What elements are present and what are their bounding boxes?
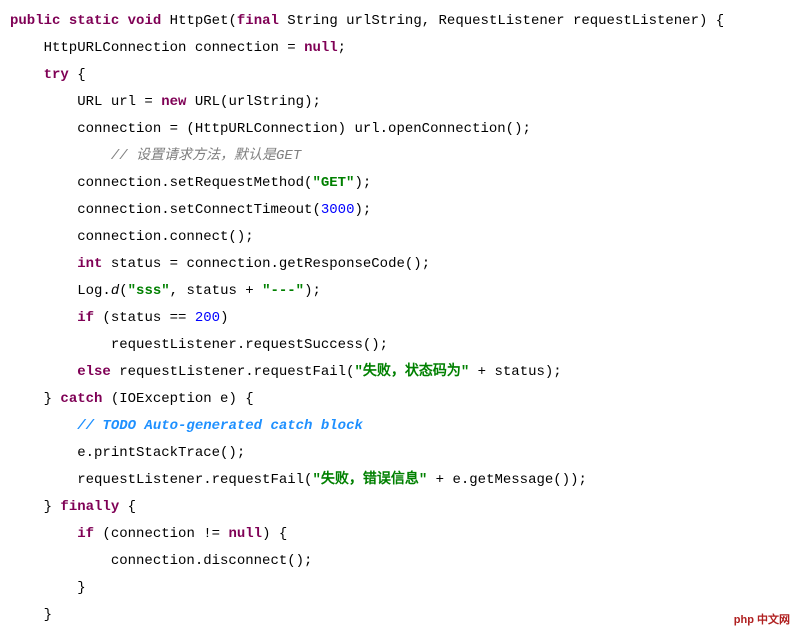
code-text: (IOException e) { (102, 391, 253, 407)
code-text: } (10, 391, 60, 407)
code-line: } (10, 607, 52, 623)
string-literal: "失败，错误信息" (312, 472, 427, 488)
code-text: ( (119, 283, 127, 299)
code-line: try { (10, 67, 86, 83)
code-line: int status = connection.getResponseCode(… (10, 256, 430, 272)
code-line: else requestListener.requestFail("失败，状态码… (10, 364, 562, 380)
code-text: requestListener.requestFail( (111, 364, 355, 380)
watermark-badge: php 中文网 (730, 606, 794, 635)
keyword-finally: finally (60, 499, 119, 515)
code-text: requestListener.requestFail( (10, 472, 312, 488)
code-line: if (connection != null) { (10, 526, 287, 542)
keyword-else: else (77, 364, 111, 380)
code-line: } finally { (10, 499, 136, 515)
code-text (10, 418, 77, 434)
code-text: URL url = (10, 94, 161, 110)
code-text: , status + (170, 283, 262, 299)
code-line: // TODO Auto-generated catch block (10, 418, 363, 434)
keyword-null: null (228, 526, 262, 542)
code-text (10, 256, 77, 272)
code-text: HttpGet( (161, 13, 237, 29)
string-literal: "sss" (128, 283, 170, 299)
keyword-void: void (128, 13, 162, 29)
keyword-final: final (237, 13, 279, 29)
code-line: connection = (HttpURLConnection) url.ope… (10, 121, 531, 137)
string-literal: "GET" (312, 175, 354, 191)
code-line: Log.d("sss", status + "---"); (10, 283, 321, 299)
todo-comment: // TODO Auto-generated catch block (77, 418, 363, 434)
code-line: connection.connect(); (10, 229, 254, 245)
code-line: URL url = new URL(urlString); (10, 94, 321, 110)
code-line: e.printStackTrace(); (10, 445, 245, 461)
code-text: status = connection.getResponseCode(); (102, 256, 430, 272)
keyword-static: static (69, 13, 119, 29)
keyword-catch: catch (60, 391, 102, 407)
code-text: ; (338, 40, 346, 56)
code-text: Log. (10, 283, 111, 299)
code-text (10, 526, 77, 542)
code-line: } catch (IOException e) { (10, 391, 254, 407)
code-line: } (10, 580, 86, 596)
code-text: ); (304, 283, 321, 299)
code-text (10, 364, 77, 380)
code-line: HttpURLConnection connection = null; (10, 40, 346, 56)
string-literal: "---" (262, 283, 304, 299)
code-line: // 设置请求方法，默认是GET (10, 148, 301, 164)
code-text: (connection != (94, 526, 228, 542)
code-text: ) (220, 310, 228, 326)
keyword-try: try (44, 67, 69, 83)
code-text (10, 67, 44, 83)
code-text: { (69, 67, 86, 83)
code-text: ); (354, 175, 371, 191)
keyword-new: new (161, 94, 186, 110)
keyword-if: if (77, 310, 94, 326)
number-literal: 3000 (321, 202, 355, 218)
keyword-int: int (77, 256, 102, 272)
string-literal: "失败，状态码为" (354, 364, 469, 380)
method-name: d (111, 283, 119, 299)
code-text: ) { (262, 526, 287, 542)
code-text: String urlString, RequestListener reques… (279, 13, 724, 29)
code-line: connection.disconnect(); (10, 553, 312, 569)
code-text: + status); (469, 364, 561, 380)
comment: // 设置请求方法，默认是GET (111, 148, 301, 164)
code-text: + e.getMessage()); (427, 472, 587, 488)
code-block: public static void HttpGet(final String … (10, 8, 790, 629)
code-text: URL(urlString); (186, 94, 320, 110)
code-text: ); (354, 202, 371, 218)
keyword-if: if (77, 526, 94, 542)
code-line: connection.setRequestMethod("GET"); (10, 175, 371, 191)
code-text: HttpURLConnection connection = (10, 40, 304, 56)
code-line: requestListener.requestSuccess(); (10, 337, 388, 353)
keyword-null: null (304, 40, 338, 56)
code-text: { (119, 499, 136, 515)
code-line: if (status == 200) (10, 310, 228, 326)
code-text (10, 310, 77, 326)
code-text: } (10, 499, 60, 515)
code-text: connection.setConnectTimeout( (10, 202, 321, 218)
code-line: connection.setConnectTimeout(3000); (10, 202, 371, 218)
code-text: connection.setRequestMethod( (10, 175, 312, 191)
keyword-public: public (10, 13, 60, 29)
code-line: public static void HttpGet(final String … (10, 13, 724, 29)
code-text: (status == (94, 310, 195, 326)
number-literal: 200 (195, 310, 220, 326)
code-text (10, 148, 111, 164)
code-line: requestListener.requestFail("失败，错误信息" + … (10, 472, 587, 488)
